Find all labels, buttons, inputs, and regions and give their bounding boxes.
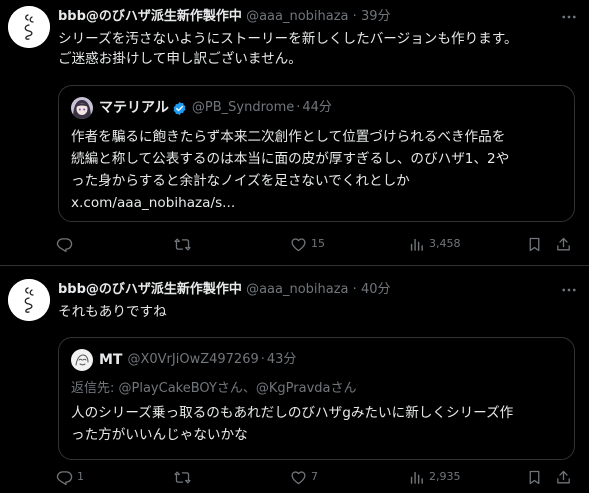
like-count: 15 <box>311 237 325 250</box>
retweet-button[interactable] <box>174 233 195 255</box>
quoted-tweet-time: 43分 <box>266 352 297 367</box>
tweet-text-line: シリーズを汚さないようにストーリーを新しくしたバージョンも作ります。 <box>58 31 518 47</box>
bookmark-button[interactable] <box>526 466 543 488</box>
quoted-text-line: 続編と称して公表するのは本当に面の皮が厚すぎるし、のびハザ1、2や <box>71 151 510 167</box>
bookmark-icon <box>529 470 540 484</box>
tweet-text-line: ご迷惑お掛けして申し訳ございません。 <box>58 51 302 67</box>
avatar-doodle-icon <box>8 279 50 321</box>
quoted-tweet-header: マテリアル @PB_Syndrome · 44分 <box>71 97 332 119</box>
quoted-author-handle: @PB_Syndrome <box>191 100 295 115</box>
reply-user-link[interactable]: @KgPravda <box>256 381 331 396</box>
more-button[interactable] <box>557 280 581 300</box>
more-icon <box>562 288 576 292</box>
quoted-text-line: った方がいいんじゃないかな <box>71 427 248 443</box>
avatar[interactable] <box>8 279 50 321</box>
quoted-tweet-header: MT @X0VrJiOwZ497269 · 43分 <box>71 349 297 371</box>
reply-button[interactable] <box>56 233 77 255</box>
retweet-button[interactable] <box>174 466 195 488</box>
more-icon <box>562 15 576 19</box>
share-icon <box>557 470 570 483</box>
avatar[interactable] <box>8 6 50 48</box>
tweet-actions: 15 3,458 <box>50 233 580 255</box>
quoted-tweet[interactable]: MT @X0VrJiOwZ497269 · 43分 返信先: @PlayCake… <box>58 337 575 460</box>
bookmark-button[interactable] <box>526 233 543 255</box>
quoted-avatar <box>71 349 93 371</box>
quoted-author-handle: @X0VrJiOwZ497269 <box>127 352 259 367</box>
views-button[interactable]: 2,935 <box>408 466 461 488</box>
retweet-icon <box>174 238 191 250</box>
tweet-text: シリーズを汚さないようにストーリーを新しくしたバージョンも作ります。 ご迷惑お掛… <box>58 29 578 69</box>
views-button[interactable]: 3,458 <box>408 233 461 255</box>
reply-icon <box>56 470 73 485</box>
separator-dot: · <box>352 9 357 24</box>
quoted-text-line: った身からすると余計なノイズを足さないでくれとしか <box>71 173 410 189</box>
author-name[interactable]: bbb@のびハザ派生新作製作中 <box>58 9 242 24</box>
tweet-text: それもありですね <box>58 302 578 322</box>
views-icon <box>410 471 423 484</box>
quoted-link[interactable]: x.com/aaa_nobihaza/s... <box>71 192 566 214</box>
reply-count: 1 <box>77 470 84 483</box>
tweet-time[interactable]: 40分 <box>361 282 391 297</box>
quoted-author-name: マテリアル <box>99 100 169 116</box>
share-icon <box>557 237 570 250</box>
bookmark-icon <box>529 237 540 251</box>
reply-user-link[interactable]: @PlayCakeBOY <box>119 381 217 396</box>
like-count: 7 <box>311 470 318 483</box>
more-button[interactable] <box>557 7 581 27</box>
views-icon <box>410 238 423 251</box>
like-button[interactable]: 7 <box>290 466 318 488</box>
separator-dot: · <box>260 352 265 367</box>
tweet-divider <box>0 265 589 266</box>
reply-context: 返信先: @PlayCakeBOYさん、@KgPravdaさん <box>71 379 357 399</box>
quoted-avatar-anime-icon <box>71 97 93 119</box>
separator-dot: · <box>352 282 357 297</box>
share-button[interactable] <box>555 466 572 488</box>
tweet[interactable]: bbb@のびハザ派生新作製作中 @aaa_nobihaza · 39分 シリーズ… <box>0 0 589 266</box>
quoted-tweet[interactable]: マテリアル @PB_Syndrome · 44分 作者を騙るに飽きたらず本来二次… <box>58 85 575 222</box>
avatar-doodle-icon <box>8 6 50 48</box>
separator-dot: · <box>296 100 301 115</box>
author-handle[interactable]: @aaa_nobihaza <box>246 9 348 24</box>
author-handle[interactable]: @aaa_nobihaza <box>246 282 348 297</box>
tweet-time[interactable]: 39分 <box>361 9 391 24</box>
heart-icon <box>291 470 306 484</box>
tweet-actions: 1 7 2,935 <box>50 466 580 488</box>
quoted-tweet-time: 44分 <box>302 100 332 115</box>
tweet-header: bbb@のびハザ派生新作製作中 @aaa_nobihaza · 39分 <box>58 7 390 27</box>
quoted-author-name: MT <box>99 352 123 368</box>
reply-prefix: 返信先: <box>71 381 119 396</box>
quoted-tweet-text: 人のシリーズ乗っ取るのもあれだしのびハザgみたいに新しくシリーズ作 った方がいい… <box>71 402 566 446</box>
share-button[interactable] <box>555 233 572 255</box>
tweet-text-line: それもありですね <box>58 304 167 320</box>
retweet-icon <box>174 471 191 483</box>
quoted-text-line: 人のシリーズ乗っ取るのもあれだしのびハザgみたいに新しくシリーズ作 <box>71 405 514 421</box>
reply-honorific: さん <box>330 381 357 396</box>
reply-button[interactable]: 1 <box>56 466 84 488</box>
reply-icon <box>56 237 73 252</box>
verified-badge-icon <box>173 101 186 115</box>
quoted-avatar <box>71 97 93 119</box>
like-button[interactable]: 15 <box>290 233 325 255</box>
view-count: 3,458 <box>429 237 461 250</box>
reply-honorific: さん、 <box>216 381 256 396</box>
quoted-text-line: 作者を騙るに飽きたらず本来二次創作として位置づけられるべき作品を <box>71 129 506 145</box>
quoted-tweet-text: 作者を騙るに飽きたらず本来二次創作として位置づけられるべき作品を 続編と称して公… <box>71 126 566 214</box>
author-name[interactable]: bbb@のびハザ派生新作製作中 <box>58 282 242 297</box>
tweet-header: bbb@のびハザ派生新作製作中 @aaa_nobihaza · 40分 <box>58 280 390 300</box>
quoted-avatar-sketch-icon <box>71 349 93 371</box>
view-count: 2,935 <box>429 470 461 483</box>
heart-icon <box>291 237 306 251</box>
tweet[interactable]: bbb@のびハザ派生新作製作中 @aaa_nobihaza · 40分 それもあ… <box>0 267 589 493</box>
